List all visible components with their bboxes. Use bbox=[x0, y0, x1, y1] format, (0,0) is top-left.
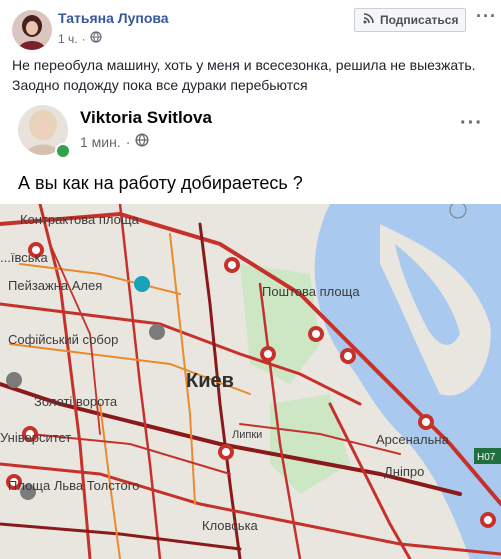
globe-icon bbox=[89, 31, 102, 46]
rss-icon bbox=[363, 13, 374, 27]
online-status-dot bbox=[55, 143, 71, 159]
map-label: Пейзажна Алея bbox=[8, 278, 102, 293]
shared-more-options-icon[interactable]: ··· bbox=[460, 112, 483, 135]
map-label: Контрактова площа bbox=[20, 212, 140, 227]
author-avatar[interactable] bbox=[12, 10, 52, 50]
facebook-post: Татьяна Лупова 1 ч. · Подписаться ··· Не… bbox=[0, 0, 501, 559]
map-label: ...ївська bbox=[0, 250, 48, 265]
map-label: Поштова площа bbox=[262, 284, 360, 299]
post-time[interactable]: 1 ч. bbox=[58, 32, 78, 46]
map-label: Площа Льва Толстого bbox=[8, 478, 139, 493]
follow-button[interactable]: Подписаться bbox=[354, 8, 466, 32]
shared-author-name[interactable]: Viktoria Svitlova bbox=[80, 108, 212, 128]
post-meta: 1 ч. · bbox=[58, 31, 102, 46]
map-label: Софійський собор bbox=[8, 332, 118, 347]
svg-text:H07: H07 bbox=[477, 452, 496, 463]
author-name[interactable]: Татьяна Лупова bbox=[58, 10, 169, 26]
map-label-city: Киев bbox=[186, 370, 234, 392]
more-options-icon[interactable]: ··· bbox=[476, 6, 497, 27]
map-label: Золоті ворота bbox=[34, 394, 118, 409]
map-label: Дніпро bbox=[384, 464, 424, 479]
traffic-map[interactable]: Контрактова площа ...ївська Пейзажна Але… bbox=[0, 204, 501, 559]
map-label: Липки bbox=[232, 429, 262, 441]
follow-label: Подписаться bbox=[380, 13, 459, 27]
map-label: Університет bbox=[0, 430, 71, 445]
globe-icon bbox=[135, 133, 149, 150]
shared-post-meta: 1 мин. · bbox=[80, 133, 149, 150]
map-label: Арсенальна bbox=[376, 432, 450, 447]
shared-post-time[interactable]: 1 мин. bbox=[80, 134, 121, 150]
shared-post-text: А вы как на работу добираетесь ? bbox=[18, 173, 303, 193]
post-text-line: Не переобула машину, хоть у меня и всесе… bbox=[12, 57, 476, 73]
post-text-line: Заодно подожду пока все дураки перебьютс… bbox=[12, 77, 308, 93]
post-text: Не переобула машину, хоть у меня и всесе… bbox=[12, 55, 492, 95]
map-label: Кловська bbox=[202, 518, 259, 533]
h07-road-sign: H07 bbox=[474, 448, 501, 464]
